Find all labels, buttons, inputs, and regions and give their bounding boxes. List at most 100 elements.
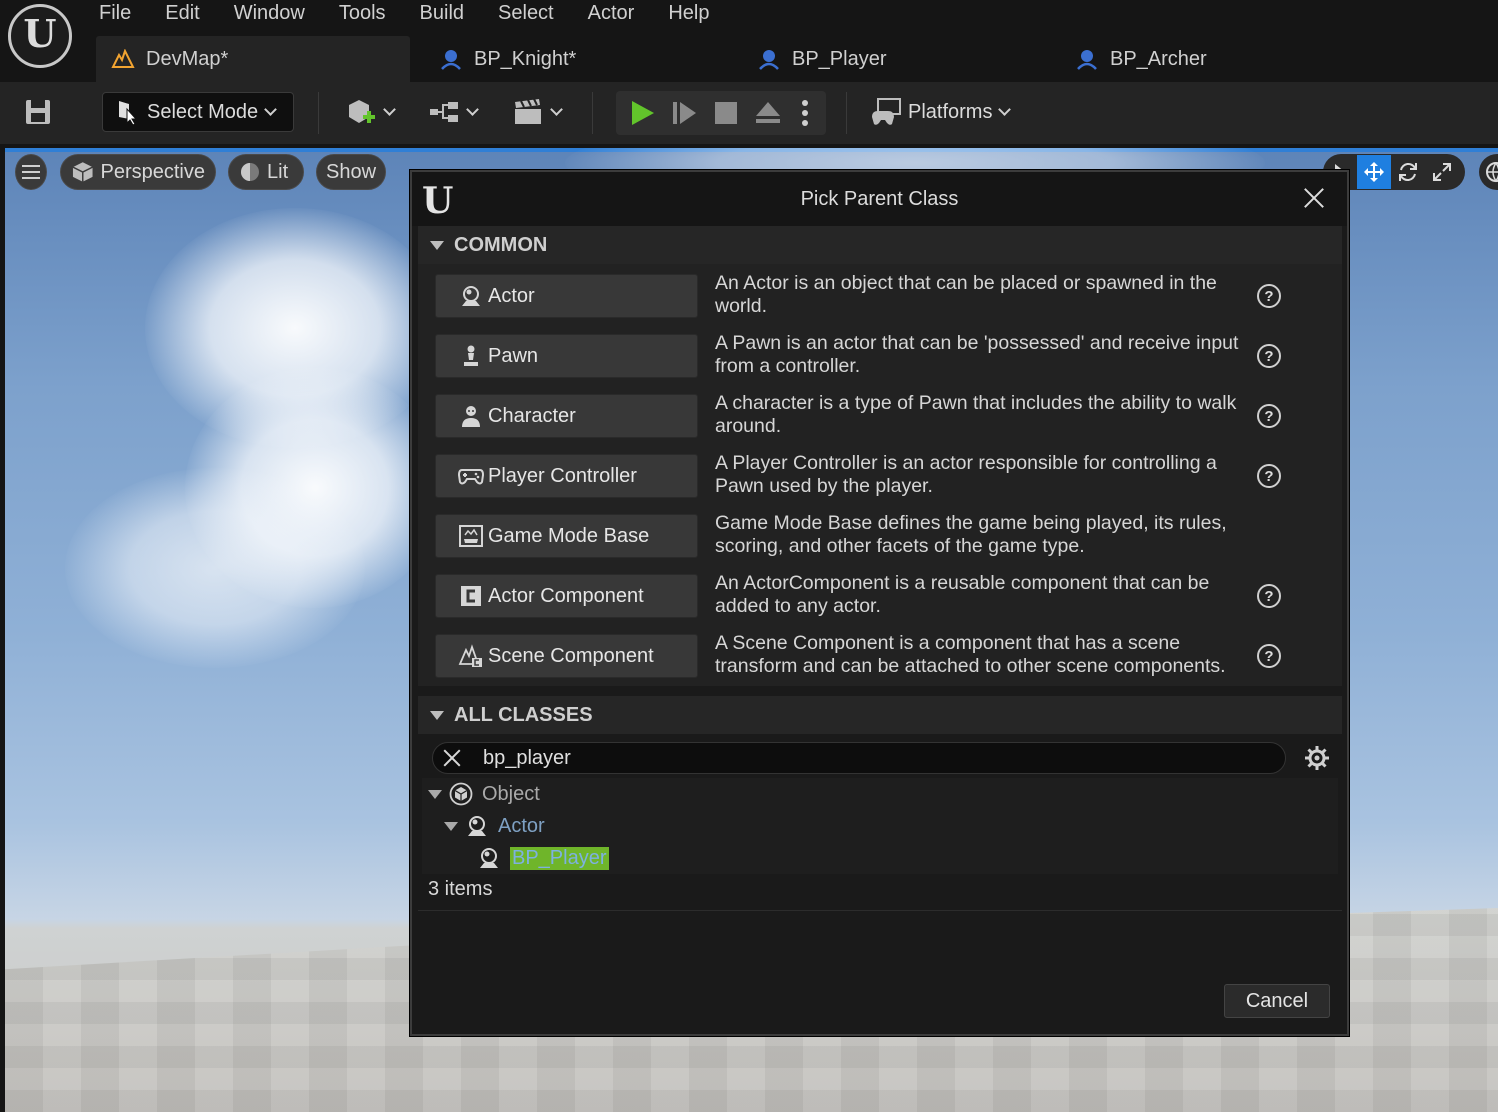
help-icon[interactable]: ? — [1257, 404, 1281, 428]
actor-icon — [458, 283, 484, 309]
menu-window[interactable]: Window — [217, 0, 322, 28]
character-icon — [458, 403, 484, 429]
perspective-label: Perspective — [100, 160, 206, 183]
game-mode-base-class-button[interactable]: Game Mode Base — [435, 514, 698, 558]
class-label: Actor — [488, 284, 535, 307]
lit-label: Lit — [267, 160, 289, 183]
class-search-box — [432, 742, 1286, 774]
actor-component-class-button[interactable]: Actor Component — [435, 574, 698, 618]
add-actor-button[interactable] — [340, 94, 398, 130]
world-local-toggle[interactable] — [1479, 154, 1498, 190]
pick-parent-class-dialog: U Pick Parent Class COMMON Actor An Acto… — [410, 170, 1349, 1036]
gamepad-icon — [458, 463, 484, 489]
stop-icon[interactable] — [708, 95, 744, 131]
play-controls — [616, 91, 826, 135]
eject-icon[interactable] — [750, 95, 786, 131]
tab-bp-player[interactable]: BP_Player — [728, 36, 1046, 82]
main-menu: File Edit Window Tools Build Select Acto… — [82, 0, 726, 28]
save-icon[interactable] — [22, 96, 54, 128]
tree-item-object[interactable]: Object — [428, 778, 540, 810]
tree-item-actor[interactable]: Actor — [444, 810, 545, 842]
class-tree: Object Actor BP_Player — [422, 778, 1338, 874]
unreal-logo-icon[interactable]: U — [8, 4, 72, 68]
divider — [418, 910, 1342, 911]
class-description: A Pawn is an actor that can be 'possesse… — [715, 332, 1239, 377]
class-label: Pawn — [488, 344, 539, 367]
character-class-button[interactable]: Character — [435, 394, 698, 438]
all-classes-section-header[interactable]: ALL CLASSES — [418, 696, 1342, 734]
actor-icon — [464, 813, 490, 839]
tab-bp-knight[interactable]: BP_Knight* — [410, 36, 728, 82]
class-row-game-mode-base: Game Mode Base Game Mode Base defines th… — [435, 512, 1235, 558]
common-section-header[interactable]: COMMON — [418, 226, 1342, 264]
object-icon — [448, 781, 474, 807]
expand-triangle-icon[interactable] — [428, 789, 442, 799]
lit-button[interactable]: Lit — [228, 154, 304, 190]
tab-devmap[interactable]: DevMap* — [96, 36, 410, 82]
select-mode-dropdown[interactable]: Select Mode — [102, 92, 294, 132]
common-classes-panel: Actor An Actor is an object that can be … — [418, 264, 1342, 686]
gear-icon[interactable] — [1304, 745, 1330, 771]
help-icon[interactable]: ? — [1257, 464, 1281, 488]
cinematics-button[interactable] — [506, 94, 566, 130]
common-header-label: COMMON — [454, 233, 548, 256]
show-button[interactable]: Show — [316, 154, 386, 190]
advance-frame-icon[interactable] — [666, 95, 702, 131]
menu-actor[interactable]: Actor — [571, 0, 652, 28]
show-label: Show — [325, 160, 377, 183]
more-options-icon[interactable] — [792, 95, 818, 131]
menu-edit[interactable]: Edit — [148, 0, 216, 28]
blueprints-button[interactable] — [422, 94, 482, 130]
help-icon[interactable]: ? — [1257, 284, 1281, 308]
all-classes-header-label: ALL CLASSES — [454, 703, 593, 726]
blueprint-icon — [756, 47, 782, 71]
menu-build[interactable]: Build — [403, 0, 481, 28]
clapperboard-icon — [514, 98, 541, 124]
rotate-tool-icon[interactable] — [1391, 155, 1425, 189]
play-icon[interactable] — [624, 95, 660, 131]
dialog-title-bar[interactable]: U Pick Parent Class — [412, 172, 1347, 226]
actor-class-button[interactable]: Actor — [435, 274, 698, 318]
chevron-down-icon — [549, 103, 563, 116]
class-label: Game Mode Base — [488, 524, 650, 547]
class-row-actor: Actor An Actor is an object that can be … — [435, 272, 1281, 318]
document-tabs: DevMap* BP_Knight* BP_Player BP_Archer — [96, 36, 1364, 82]
tab-label: BP_Archer — [1110, 47, 1207, 70]
menu-help[interactable]: Help — [651, 0, 726, 28]
menu-file[interactable]: File — [82, 0, 148, 28]
add-cube-icon — [348, 100, 375, 123]
scale-tool-icon[interactable] — [1425, 155, 1459, 189]
cancel-button[interactable]: Cancel — [1224, 984, 1330, 1018]
close-icon[interactable] — [1303, 187, 1325, 209]
translate-tool-icon[interactable] — [1357, 155, 1391, 189]
menu-tools[interactable]: Tools — [322, 0, 403, 28]
help-icon[interactable]: ? — [1257, 644, 1281, 668]
help-icon[interactable]: ? — [1257, 584, 1281, 608]
scene-component-class-button[interactable]: Scene Component — [435, 634, 698, 678]
cloud — [65, 468, 365, 668]
class-row-scene-component: Scene Component A Scene Component is a c… — [435, 632, 1281, 678]
blueprint-nodes-icon — [429, 102, 458, 122]
platforms-dropdown[interactable]: Platforms — [870, 92, 1012, 132]
level-icon — [110, 47, 136, 71]
globe-icon — [1479, 155, 1498, 189]
search-input[interactable] — [483, 746, 1243, 770]
class-description: A Player Controller is an actor responsi… — [715, 452, 1217, 497]
class-description: A Scene Component is a component that ha… — [715, 632, 1226, 677]
pawn-class-button[interactable]: Pawn — [435, 334, 698, 378]
hamburger-icon — [22, 165, 40, 179]
help-icon[interactable]: ? — [1257, 344, 1281, 368]
class-row-player-controller: Player Controller A Player Controller is… — [435, 452, 1281, 498]
tab-bp-archer[interactable]: BP_Archer — [1046, 36, 1364, 82]
viewport-menu-button[interactable] — [15, 154, 47, 190]
menu-select[interactable]: Select — [481, 0, 571, 28]
expand-triangle-icon[interactable] — [444, 821, 458, 831]
tree-item-bp-player[interactable]: BP_Player — [476, 842, 609, 874]
player-controller-class-button[interactable]: Player Controller — [435, 454, 698, 498]
class-row-character: Character A character is a type of Pawn … — [435, 392, 1281, 438]
game-mode-icon — [458, 523, 484, 549]
perspective-button[interactable]: Perspective — [60, 154, 216, 190]
clear-search-icon[interactable] — [433, 743, 473, 773]
blueprint-icon — [438, 47, 464, 71]
class-row-actor-component: Actor Component An ActorComponent is a r… — [435, 572, 1281, 618]
